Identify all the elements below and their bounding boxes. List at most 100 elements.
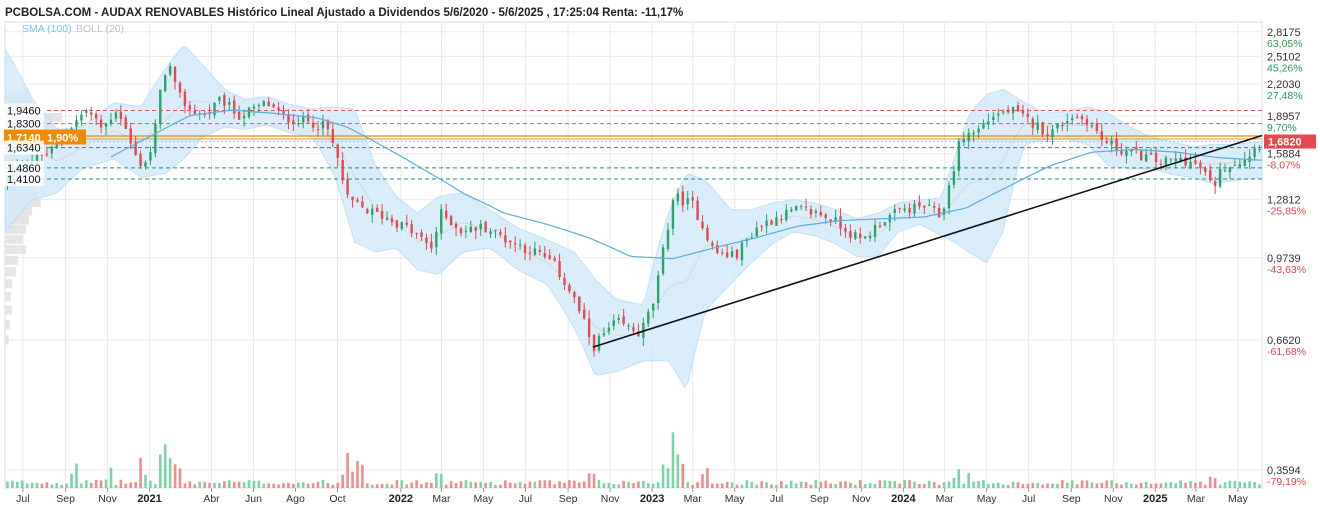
candle-body	[578, 296, 581, 312]
volume-bar	[893, 481, 897, 488]
candle-body	[627, 325, 630, 327]
candle-body	[903, 208, 906, 211]
volume-bar	[1085, 480, 1089, 488]
volume-bar	[785, 484, 788, 488]
volume-bar	[99, 480, 103, 488]
candle-body	[247, 107, 251, 118]
candle-body	[804, 206, 808, 208]
volume-bar	[513, 483, 517, 488]
volume-bar	[237, 481, 241, 488]
volume-bar	[913, 481, 916, 488]
volume-bar	[75, 463, 78, 488]
volume-bar	[277, 484, 280, 488]
volume-bar	[592, 473, 596, 488]
volume-bar	[109, 467, 113, 488]
candle-body	[336, 144, 339, 159]
volume-bar	[321, 479, 325, 488]
volume-bar	[987, 483, 990, 488]
volume-bar	[213, 482, 216, 488]
candle-body	[937, 207, 941, 217]
volume-bar	[361, 464, 364, 488]
candle-body	[1218, 168, 1222, 187]
candle-body	[94, 113, 98, 119]
volume-bar	[839, 481, 842, 488]
volume-bar	[1125, 482, 1128, 488]
volume-bar	[523, 483, 527, 488]
candle-body	[701, 221, 704, 229]
volume-bar	[691, 484, 694, 488]
volume-bar	[1139, 482, 1143, 488]
volume-bar	[1204, 484, 1207, 488]
candle-body	[686, 198, 689, 204]
volume-bar	[947, 481, 951, 488]
candle-body	[819, 211, 823, 216]
candle-body	[331, 129, 335, 144]
candle-body	[228, 101, 231, 105]
candle-body	[1213, 181, 1217, 187]
x-tick-label: Ago	[286, 493, 305, 505]
x-tick-label: Jul	[770, 493, 783, 505]
volume-bar	[1189, 481, 1192, 488]
volume-bar	[356, 460, 359, 488]
volume-bar	[740, 484, 744, 488]
volume-bar	[1095, 483, 1099, 488]
volume-bar	[385, 483, 389, 488]
candle-body	[262, 101, 265, 107]
volume-bar	[656, 482, 660, 488]
volume-bar	[686, 482, 690, 488]
candle-body	[400, 222, 404, 229]
volume-bar	[60, 484, 63, 488]
volume-bar	[158, 454, 162, 488]
candle-body	[612, 320, 615, 326]
candle-body	[213, 102, 216, 116]
volume-bar	[612, 484, 616, 488]
volume-bar	[262, 483, 266, 488]
candle-body	[351, 196, 354, 201]
candle-body	[873, 224, 877, 237]
volume-bar	[858, 480, 862, 488]
volume-bar	[927, 480, 931, 488]
volume-bar	[533, 481, 537, 488]
candle-body	[1095, 123, 1099, 131]
volume-bar	[1164, 482, 1168, 488]
candle-body	[489, 231, 492, 234]
candle-body	[1080, 116, 1084, 120]
candle-body	[1238, 164, 1242, 168]
volume-bar	[449, 481, 453, 488]
candle-body	[799, 206, 803, 208]
candle-body	[449, 216, 453, 226]
volume-bar	[720, 483, 724, 488]
volume-bar	[1174, 483, 1178, 488]
volume-bar	[568, 480, 571, 488]
volume-bar	[94, 479, 98, 488]
x-tick-label: Jul	[16, 493, 29, 505]
volume-bar	[346, 453, 349, 488]
candle-body	[656, 275, 660, 304]
candle-body	[80, 114, 83, 121]
candle-body	[859, 233, 862, 238]
volume-bar	[1105, 480, 1109, 488]
volume-bar	[341, 474, 344, 488]
volume-bar	[119, 479, 123, 488]
volume-bar	[188, 481, 192, 488]
volume-bar	[1061, 480, 1064, 488]
volume-bar	[538, 480, 542, 488]
volume-bar	[35, 483, 39, 488]
candle-body	[1194, 160, 1197, 164]
volume-bar	[627, 481, 630, 488]
candle-body	[1056, 123, 1059, 129]
candle-body	[164, 75, 167, 92]
candle-body	[844, 227, 847, 232]
volume-bar	[499, 484, 502, 488]
legend-sma: SMA (100)	[22, 23, 72, 35]
candle-body	[1085, 118, 1089, 125]
candle-body	[518, 244, 522, 246]
volume-bar	[144, 474, 147, 488]
candle-body	[1223, 170, 1227, 172]
volume-bar	[548, 480, 551, 488]
candle-body	[494, 229, 497, 232]
volume-bar	[898, 483, 901, 488]
candle-body	[444, 210, 448, 218]
volume-bar	[242, 482, 246, 488]
candle-body	[1041, 122, 1044, 135]
